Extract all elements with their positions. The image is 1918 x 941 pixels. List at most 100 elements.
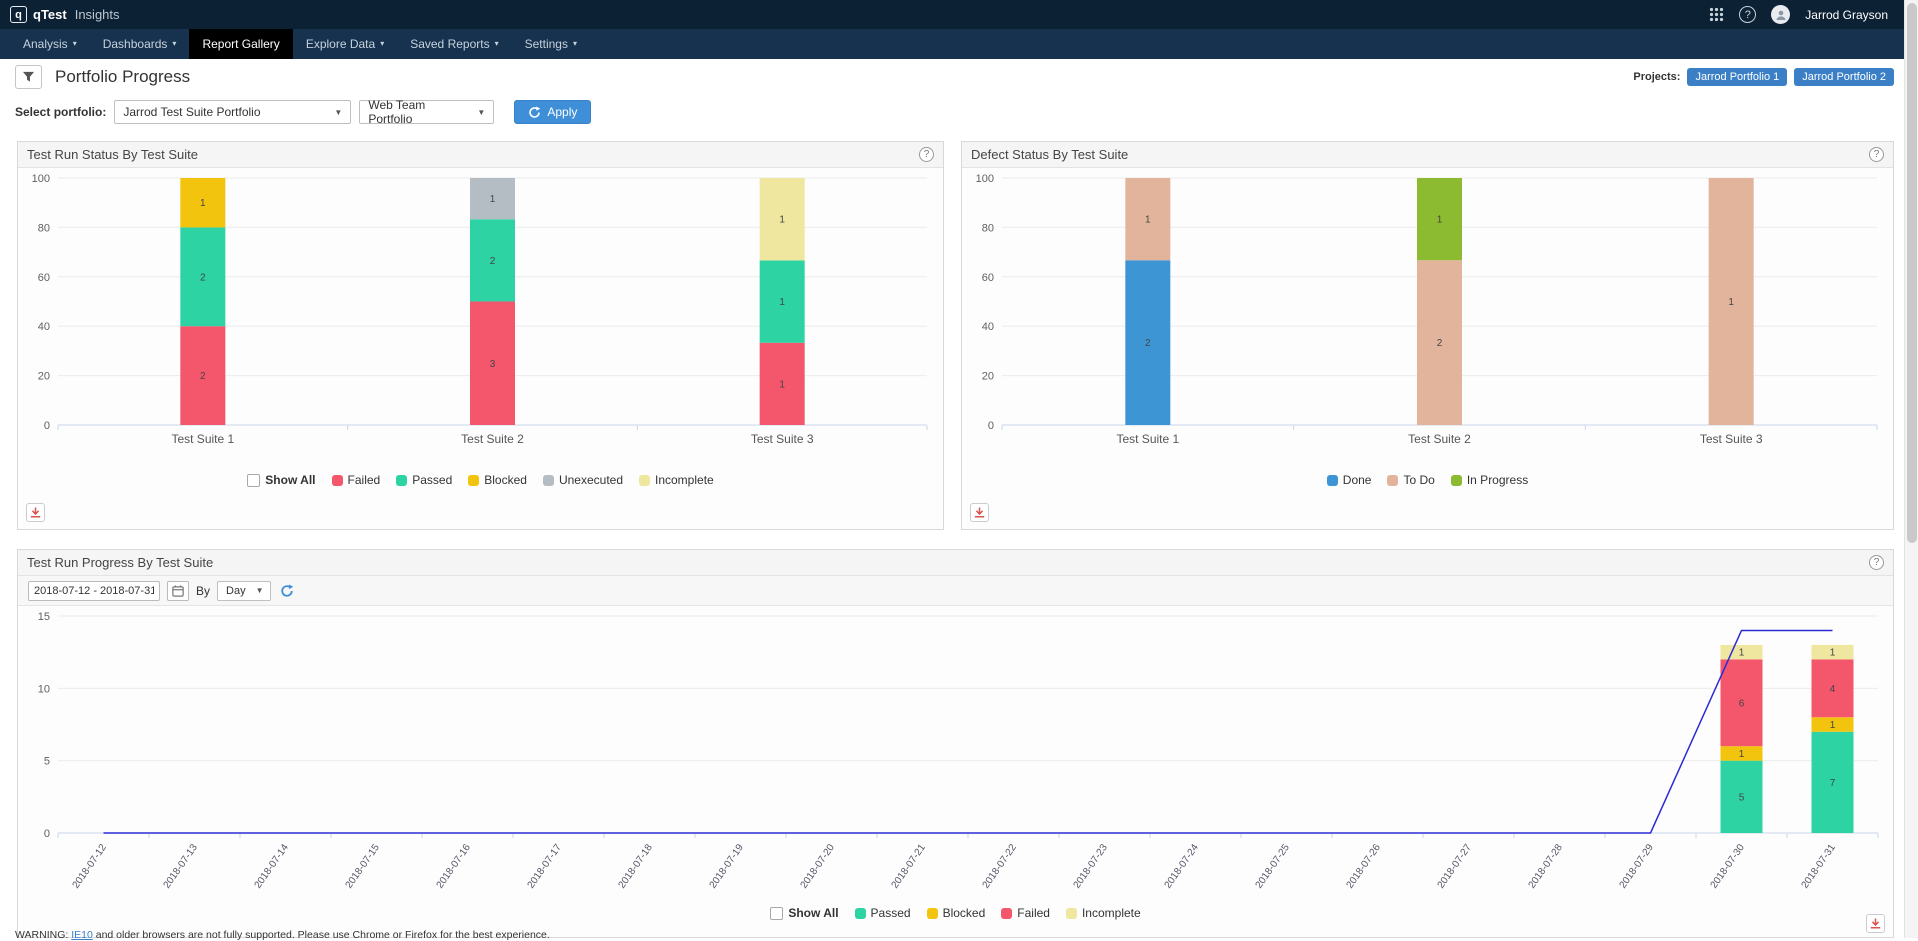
bar-value-label: 1 [1739,648,1745,659]
apply-button[interactable]: Apply [514,100,591,124]
bar-value-label: 1 [779,297,785,308]
project-badge[interactable]: Jarrod Portfolio 2 [1794,68,1894,86]
legend-item-in-progress[interactable]: In Progress [1451,473,1528,487]
interval-select[interactable]: Day ▼ [217,581,271,601]
page-header: Portfolio Progress Projects: Jarrod Port… [15,63,1894,91]
filter-toggle-button[interactable] [15,65,42,89]
download-icon [974,507,985,518]
x-category-label: 2018-07-23 [1072,842,1111,891]
bar-value-label: 7 [1830,778,1836,789]
legend-item-incomplete[interactable]: Incomplete [1066,906,1141,920]
x-category-label: 2018-07-29 [1618,842,1657,891]
legend-item-blocked[interactable]: Blocked [468,473,527,487]
x-category-label: Test Suite 2 [1408,432,1471,446]
y-tick-label: 40 [982,321,994,333]
bar-value-label: 1 [1830,648,1836,659]
defect-status-chart: 020406080100Test Suite 1Test Suite 2Test… [962,170,1889,470]
show-all-toggle[interactable]: Show All [247,473,315,487]
bar-value-label: 2 [490,256,496,267]
y-tick-label: 80 [38,222,50,234]
export-chart-button[interactable] [1866,914,1885,933]
legend-item-unexecuted[interactable]: Unexecuted [543,473,623,487]
x-category-label: Test Suite 3 [1700,432,1763,446]
calendar-icon [172,585,184,597]
team-portfolio-select[interactable]: Web Team Portfolio ▼ [359,100,494,124]
projects-label: Projects: [1633,71,1680,83]
calendar-button[interactable] [167,581,189,601]
y-tick-label: 5 [44,756,50,768]
by-label: By [196,584,210,598]
bar-value-label: 2 [1145,338,1151,349]
nav-analysis[interactable]: Analysis ▾ [10,29,90,59]
bar-value-label: 1 [200,198,206,209]
portfolio-select[interactable]: Jarrod Test Suite Portfolio ▼ [114,100,351,124]
nav-report-gallery[interactable]: Report Gallery [189,29,292,59]
apps-grid-icon[interactable] [1709,7,1724,22]
footer-text: WARNING: [15,929,71,941]
chevron-down-icon: ▾ [573,40,577,48]
user-name[interactable]: Jarrod Grayson [1805,8,1888,22]
help-icon[interactable]: ? [1869,555,1884,570]
legend-label: Failed [348,473,381,487]
portfolio-select-value: Jarrod Test Suite Portfolio [123,105,260,119]
legend-item-incomplete[interactable]: Incomplete [639,473,714,487]
chevron-down-icon: ▼ [477,108,485,117]
nav-explore-data[interactable]: Explore Data ▾ [293,29,397,59]
legend-swatch [396,475,407,486]
legend-swatch [1387,475,1398,486]
bar-value-label: 1 [779,379,785,390]
x-category-label: Test Suite 3 [751,432,814,446]
select-portfolio-label: Select portfolio: [15,105,106,119]
download-icon [30,507,41,518]
page-title: Portfolio Progress [55,67,190,87]
nav-dashboards[interactable]: Dashboards ▾ [90,29,190,59]
x-category-label: Test Suite 1 [171,432,234,446]
legend-item-failed[interactable]: Failed [1001,906,1050,920]
x-category-label: 2018-07-31 [1800,842,1839,891]
x-category-label: 2018-07-19 [708,842,747,891]
bar-value-label: 4 [1830,684,1836,695]
show-all-checkbox[interactable] [247,474,260,487]
refresh-chart-button[interactable] [280,584,294,598]
legend-item-done[interactable]: Done [1327,473,1372,487]
export-chart-button[interactable] [26,503,45,522]
legend-swatch [1066,908,1077,919]
footer-link[interactable]: IE10 [71,929,93,941]
bar-value-label: 1 [1728,297,1734,308]
project-badge[interactable]: Jarrod Portfolio 1 [1687,68,1787,86]
legend-item-to-do[interactable]: To Do [1387,473,1434,487]
legend-item-passed[interactable]: Passed [855,906,911,920]
help-icon[interactable]: ? [1739,6,1756,23]
legend-item-blocked[interactable]: Blocked [927,906,986,920]
chart-legend: Show All Passed Blocked Failed Incomplete [18,906,1893,920]
legend-item-passed[interactable]: Passed [396,473,452,487]
legend-item-failed[interactable]: Failed [332,473,381,487]
help-icon[interactable]: ? [1869,147,1884,162]
scrollbar[interactable] [1904,0,1918,938]
show-all-toggle[interactable]: Show All [770,906,838,920]
legend-label: Passed [871,906,911,920]
scrollbar-thumb[interactable] [1907,3,1917,543]
x-category-label: 2018-07-15 [344,842,383,891]
panel-header: Test Run Status By Test Suite ? [18,142,943,168]
legend-swatch [468,475,479,486]
x-category-label: 2018-07-30 [1709,842,1748,891]
nav-settings[interactable]: Settings ▾ [512,29,590,59]
y-tick-label: 0 [44,828,50,840]
avatar[interactable] [1771,5,1790,24]
nav-label: Dashboards [103,37,168,51]
x-category-label: 2018-07-13 [162,842,201,891]
help-icon[interactable]: ? [919,147,934,162]
chevron-down-icon: ▼ [334,108,342,117]
nav-saved-reports[interactable]: Saved Reports ▾ [397,29,511,59]
panel-test-run-status: Test Run Status By Test Suite ? 02040608… [17,141,944,530]
legend-label: Incomplete [655,473,714,487]
show-all-checkbox[interactable] [770,907,783,920]
test-run-progress-chart: 0510152018-07-122018-07-132018-07-142018… [18,608,1889,900]
y-tick-label: 10 [38,683,50,695]
footer-text: and older browsers are not fully support… [93,929,550,941]
interval-value: Day [226,585,246,597]
date-range-input[interactable] [28,581,160,601]
top-bar: q qTest Insights ? Jarrod Grayson [0,0,1918,29]
export-chart-button[interactable] [970,503,989,522]
